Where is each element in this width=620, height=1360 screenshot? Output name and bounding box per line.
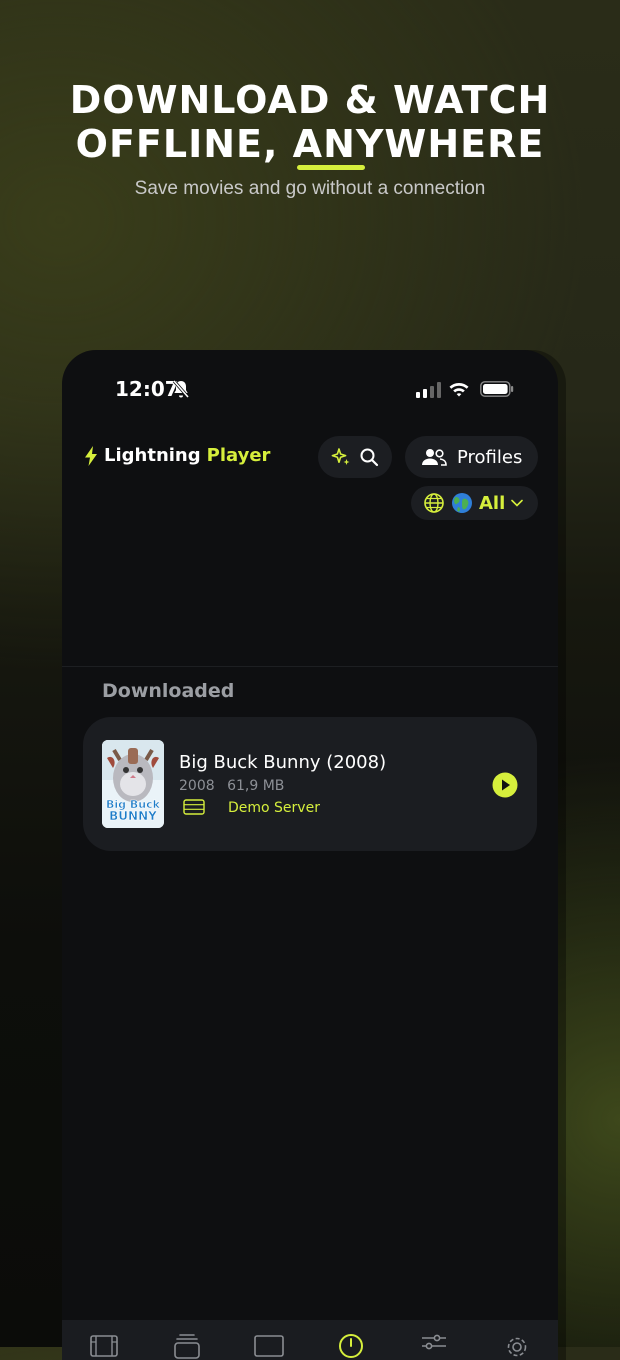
headline-line-2: OFFLINE, ANYWHERE bbox=[0, 122, 620, 170]
globe-outline-icon bbox=[424, 493, 444, 513]
settings-gear-icon[interactable] bbox=[502, 1332, 532, 1360]
tv-icon[interactable] bbox=[253, 1332, 285, 1360]
sparkle-icon bbox=[331, 448, 350, 465]
promo-subtitle: Save movies and go without a connection bbox=[134, 178, 486, 199]
app-brand: Lightning Player bbox=[84, 445, 270, 466]
downloads-clock-icon[interactable] bbox=[336, 1332, 366, 1360]
movie-year: 2008 bbox=[179, 778, 215, 794]
promo-headline: DOWNLOAD & WATCH OFFLINE, ANYWHERE bbox=[0, 78, 620, 170]
users-icon bbox=[422, 449, 447, 466]
headline-part-1: OFFLINE, bbox=[75, 122, 293, 166]
bell-slash-icon bbox=[172, 379, 190, 399]
phone-screen: 12:07 Lightning Player Profiles All Down… bbox=[62, 350, 558, 1360]
earth-globe-emoji bbox=[452, 493, 472, 513]
brand-word-2: Player bbox=[206, 445, 271, 466]
section-title: Downloaded bbox=[102, 680, 235, 702]
headline-line-1: DOWNLOAD & WATCH bbox=[69, 78, 551, 122]
chevron-down-icon bbox=[511, 499, 524, 507]
brand-word-1: Lightning bbox=[104, 445, 201, 466]
profiles-button[interactable]: Profiles bbox=[405, 436, 538, 478]
language-filter-dropdown[interactable]: All bbox=[411, 486, 538, 520]
language-filter-value: All bbox=[479, 492, 506, 514]
play-button[interactable] bbox=[492, 772, 518, 798]
poster-text-line-2: BUNNY bbox=[109, 809, 157, 823]
headline-part-2: YWHERE bbox=[355, 122, 545, 166]
server-icon bbox=[183, 799, 205, 815]
lightning-bolt-icon bbox=[85, 445, 97, 466]
wifi-icon bbox=[449, 383, 469, 397]
status-bar: 12:07 bbox=[62, 376, 558, 404]
layers-icon[interactable] bbox=[172, 1332, 202, 1360]
movie-poster: Big Buck BUNNY bbox=[102, 740, 164, 828]
movie-size: 61,9 MB bbox=[227, 778, 285, 794]
film-icon[interactable] bbox=[89, 1332, 119, 1360]
profiles-label: Profiles bbox=[457, 446, 523, 468]
section-divider bbox=[62, 666, 558, 667]
movie-meta: 2008 61,9 MB bbox=[179, 778, 284, 794]
sliders-icon[interactable] bbox=[419, 1332, 449, 1360]
download-item-card[interactable]: Big Buck BUNNY Big Buck Bunny (2008) 200… bbox=[83, 717, 537, 851]
movie-title: Big Buck Bunny (2008) bbox=[179, 752, 387, 773]
cellular-signal-icon bbox=[416, 382, 441, 398]
search-icon bbox=[360, 448, 379, 467]
headline-accent: AN bbox=[292, 122, 365, 170]
battery-icon bbox=[480, 381, 514, 397]
server-name: Demo Server bbox=[228, 800, 320, 816]
status-time: 12:07 bbox=[115, 377, 179, 401]
bottom-tab-bar bbox=[62, 1320, 558, 1360]
search-button[interactable] bbox=[318, 436, 392, 478]
